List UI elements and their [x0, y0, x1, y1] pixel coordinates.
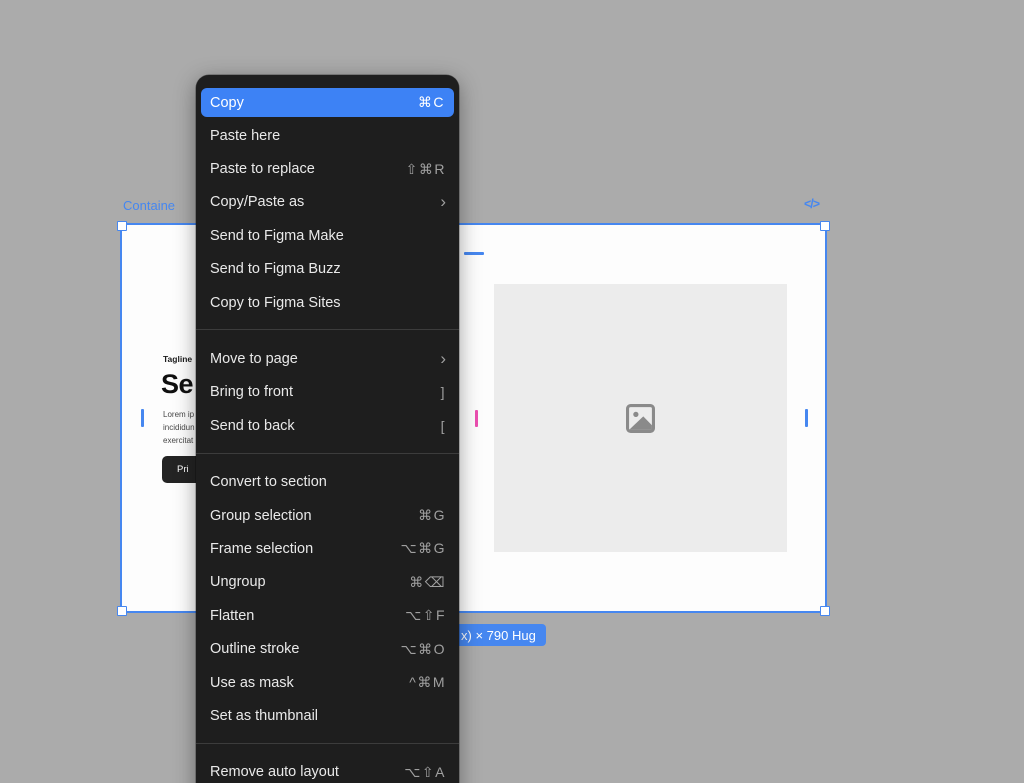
menu-divider: [196, 453, 459, 454]
menu-divider: [196, 329, 459, 330]
menu-item-label: Move to page: [210, 351, 440, 367]
menu-item-bring-to-front[interactable]: Bring to front]: [196, 376, 459, 409]
menu-item-paste-here[interactable]: Paste here: [196, 119, 459, 152]
shortcut-hint: ⌘⌫: [409, 574, 446, 591]
menu-item-label: Outline stroke: [210, 641, 400, 657]
shortcut-hint: ⌘C: [418, 94, 445, 111]
menu-item-paste-to-replace[interactable]: Paste to replace⇧⌘R: [196, 152, 459, 185]
menu-item-send-to-figma-buzz[interactable]: Send to Figma Buzz: [196, 253, 459, 286]
menu-item-label: Bring to front: [210, 384, 441, 400]
shortcut-hint: ⌘G: [418, 507, 446, 524]
padding-handle-top[interactable]: [464, 252, 484, 255]
shortcut-hint: ⌥⌘G: [400, 540, 446, 557]
menu-item-label: Group selection: [210, 508, 418, 524]
image-placeholder-icon: [622, 400, 659, 437]
shortcut-hint: ^⌘M: [409, 674, 446, 691]
menu-item-outline-stroke[interactable]: Outline stroke⌥⌘O: [196, 632, 459, 665]
menu-item-send-to-back[interactable]: Send to back[: [196, 409, 459, 442]
menu-item-set-as-thumbnail[interactable]: Set as thumbnail: [196, 699, 459, 732]
menu-item-copy-paste-as[interactable]: Copy/Paste as›: [196, 186, 459, 219]
body-text-line: incididun: [163, 422, 196, 435]
image-placeholder[interactable]: [494, 284, 787, 552]
menu-item-label: Remove auto layout: [210, 764, 404, 780]
gap-handle[interactable]: [475, 410, 478, 427]
menu-item-label: Paste here: [210, 128, 446, 144]
primary-button-label: Pri: [177, 464, 189, 475]
selection-handle-bottom-right[interactable]: [820, 606, 830, 616]
menu-item-send-to-figma-make[interactable]: Send to Figma Make: [196, 219, 459, 252]
menu-item-frame-selection[interactable]: Frame selection⌥⌘G: [196, 532, 459, 565]
submenu-chevron-icon: ›: [440, 352, 446, 366]
menu-item-label: Send to Figma Buzz: [210, 261, 446, 277]
menu-item-copy-to-figma-sites[interactable]: Copy to Figma Sites: [196, 286, 459, 319]
shortcut-hint: ⌥⌘O: [400, 641, 446, 658]
shortcut-hint: ⇧⌘R: [406, 161, 446, 178]
selection-handle-bottom-left[interactable]: [117, 606, 127, 616]
code-icon[interactable]: </>: [804, 197, 819, 211]
figma-canvas[interactable]: Tagline Se Lorem ipincididunexercitat Pr…: [0, 0, 1024, 783]
selection-handle-top-right[interactable]: [820, 221, 830, 231]
menu-divider: [196, 743, 459, 744]
menu-item-label: Use as mask: [210, 675, 409, 691]
menu-item-label: Flatten: [210, 608, 405, 624]
shortcut-hint: ]: [441, 384, 446, 400]
menu-item-label: Set as thumbnail: [210, 708, 446, 724]
padding-handle-right[interactable]: [805, 409, 808, 427]
menu-item-label: Paste to replace: [210, 161, 406, 177]
padding-handle-left[interactable]: [141, 409, 144, 427]
menu-item-flatten[interactable]: Flatten⌥⇧F: [196, 599, 459, 632]
menu-item-move-to-page[interactable]: Move to page›: [196, 342, 459, 375]
selection-handle-top-left[interactable]: [117, 221, 127, 231]
menu-item-label: Ungroup: [210, 574, 409, 590]
menu-item-remove-auto-layout[interactable]: Remove auto layout⌥⇧A: [196, 756, 459, 783]
shortcut-hint: [: [441, 418, 446, 434]
section-heading: Se: [161, 371, 193, 398]
shortcut-hint: ⌥⇧F: [405, 607, 446, 624]
submenu-chevron-icon: ›: [440, 195, 446, 209]
menu-item-label: Send to back: [210, 418, 441, 434]
menu-item-use-as-mask[interactable]: Use as mask^⌘M: [196, 666, 459, 699]
menu-item-label: Copy: [210, 95, 418, 111]
menu-item-copy[interactable]: Copy⌘C: [201, 88, 454, 117]
shortcut-hint: ⌥⇧A: [404, 764, 446, 781]
menu-item-label: Send to Figma Make: [210, 228, 446, 244]
menu-item-label: Convert to section: [210, 474, 446, 490]
menu-item-ungroup[interactable]: Ungroup⌘⌫: [196, 566, 459, 599]
size-badge: x) × 790 Hug: [451, 624, 546, 646]
body-text-line: Lorem ip: [163, 409, 196, 422]
context-menu-items: Copy⌘CPaste herePaste to replace⇧⌘RCopy/…: [196, 88, 459, 783]
menu-item-label: Copy/Paste as: [210, 194, 440, 210]
menu-item-group-selection[interactable]: Group selection⌘G: [196, 499, 459, 532]
body-text: Lorem ipincididunexercitat: [163, 409, 196, 447]
menu-item-label: Frame selection: [210, 541, 400, 557]
context-menu: Copy⌘CPaste herePaste to replace⇧⌘RCopy/…: [196, 75, 459, 783]
tagline-text: Tagline: [163, 354, 196, 364]
body-text-line: exercitat: [163, 435, 196, 448]
menu-item-convert-to-section[interactable]: Convert to section: [196, 466, 459, 499]
menu-item-label: Copy to Figma Sites: [210, 295, 446, 311]
frame-name-label[interactable]: Containe: [123, 198, 175, 213]
